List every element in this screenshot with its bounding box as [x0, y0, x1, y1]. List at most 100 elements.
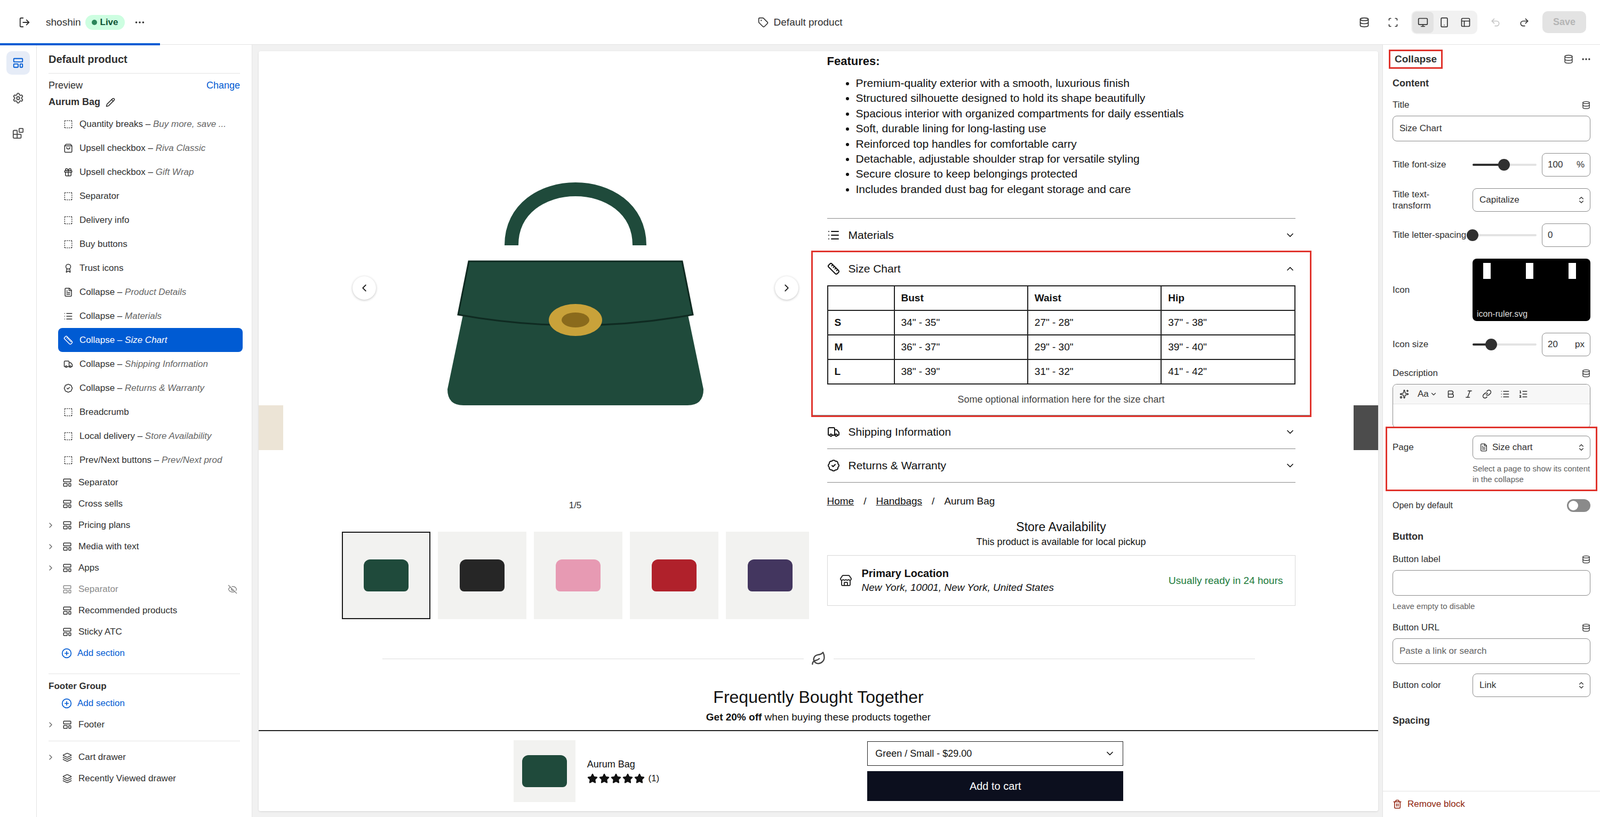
block-item[interactable]: Upsell checkbox – Riva Classic [58, 136, 243, 160]
expand-icon[interactable] [46, 720, 55, 730]
save-button[interactable]: Save [1542, 11, 1587, 34]
block-item[interactable]: Buy buttons [58, 232, 243, 256]
section-item[interactable]: Recommended products [40, 600, 243, 622]
section-item[interactable]: Footer [40, 714, 243, 736]
gallery-thumbnail[interactable] [533, 531, 623, 620]
viewport-button[interactable] [1433, 11, 1455, 34]
format-dropdown[interactable]: Aa [1417, 388, 1438, 400]
slider-thumb[interactable] [1466, 229, 1479, 242]
block-item[interactable]: Collapse – Shipping Information [58, 352, 243, 376]
section-item[interactable]: Separator [40, 472, 243, 494]
block-item[interactable]: Collapse – Product Details [58, 280, 243, 304]
viewport-button[interactable] [1412, 11, 1434, 34]
section-item[interactable]: Apps [40, 557, 243, 579]
icon-size-slider[interactable] [1472, 343, 1537, 346]
next-product-peek[interactable] [1353, 405, 1379, 451]
block-item[interactable]: Delivery info [58, 208, 243, 232]
icon-size-input[interactable]: 20px [1541, 332, 1591, 357]
rail-button[interactable] [6, 86, 30, 110]
collapse-header[interactable]: Materials [827, 218, 1296, 252]
block-item[interactable]: Separator [58, 184, 243, 208]
remove-block-button[interactable]: Remove block [1382, 790, 1600, 817]
source-button[interactable] [1353, 11, 1375, 34]
icon-picker[interactable]: icon-ruler.svg [1472, 258, 1591, 322]
prev-product-peek[interactable] [258, 405, 284, 451]
description-editor[interactable]: Aa [1392, 384, 1591, 429]
font-size-slider[interactable] [1472, 163, 1537, 166]
gallery-thumbnail[interactable] [341, 531, 431, 620]
rail-button[interactable] [6, 121, 30, 146]
gallery-prev[interactable] [352, 276, 376, 300]
title-input[interactable]: Size Chart [1392, 115, 1591, 142]
gallery-thumbnail[interactable] [437, 531, 527, 620]
bullet-list-icon[interactable] [1500, 389, 1510, 399]
text-transform-select[interactable]: Capitalize [1472, 188, 1591, 212]
letter-spacing-slider[interactable] [1472, 234, 1537, 237]
add-to-cart-button[interactable]: Add to cart [867, 771, 1124, 802]
viewport-button[interactable] [1454, 11, 1477, 34]
section-item[interactable]: Pricing plans [40, 514, 243, 536]
gallery-thumbnail[interactable] [725, 531, 810, 620]
collapse-header[interactable]: Size Chart [827, 252, 1296, 286]
inspector-title: Collapse [1390, 51, 1442, 68]
gallery-next[interactable] [774, 276, 799, 300]
database-icon[interactable] [1581, 369, 1591, 378]
button-label-input[interactable] [1392, 570, 1591, 596]
overlay-item[interactable]: Cart drawer [40, 746, 243, 768]
button-color-select[interactable]: Link [1472, 673, 1591, 698]
section-item[interactable]: Separator [40, 578, 243, 600]
link-icon[interactable] [1482, 389, 1492, 399]
inspector-button[interactable] [1382, 11, 1404, 34]
open-default-toggle[interactable] [1566, 499, 1591, 512]
template-selector[interactable]: Default product [757, 16, 843, 29]
font-size-input[interactable]: 100% [1541, 153, 1591, 177]
block-item[interactable]: Collapse – Returns & Warranty [58, 376, 243, 400]
bold-icon[interactable] [1445, 389, 1456, 399]
variant-select[interactable]: Green / Small - $29.00 [867, 741, 1124, 766]
button-url-input[interactable]: Paste a link or search [1392, 638, 1591, 664]
letter-spacing-input[interactable]: 0 [1541, 223, 1591, 247]
block-item[interactable]: Collapse – Materials [58, 304, 243, 328]
section-item[interactable]: Sticky ATC [40, 621, 243, 643]
block-item[interactable]: Trust icons [58, 256, 243, 280]
pencil-icon[interactable] [105, 97, 116, 108]
block-item[interactable]: Collapse – Size Chart [58, 328, 243, 352]
hidden-icon[interactable] [227, 584, 238, 595]
expand-icon[interactable] [46, 753, 55, 762]
database-icon[interactable] [1563, 54, 1574, 64]
block-item[interactable]: Local delivery – Store Availability [58, 424, 243, 448]
breadcrumb-link[interactable]: Home [827, 495, 855, 508]
block-item[interactable]: Upsell checkbox – Gift Wrap [58, 160, 243, 184]
database-icon[interactable] [1581, 555, 1591, 564]
slider-thumb[interactable] [1485, 338, 1498, 351]
more-button[interactable] [129, 11, 151, 34]
block-item[interactable]: Prev/Next buttons – Prev/Next prod [58, 448, 243, 472]
expand-icon[interactable] [46, 521, 55, 530]
rail-button[interactable] [6, 51, 30, 75]
expand-icon[interactable] [46, 563, 55, 573]
add-section[interactable]: Add section [61, 642, 252, 664]
exit-button[interactable] [13, 11, 36, 34]
expand-icon[interactable] [46, 542, 55, 551]
breadcrumb-link[interactable]: Handbags [875, 495, 923, 508]
overlay-item[interactable]: Recently Viewed drawer [40, 768, 243, 790]
section-item[interactable]: Media with text [40, 536, 243, 558]
slider-thumb[interactable] [1498, 158, 1510, 171]
ordered-list-icon[interactable] [1518, 389, 1528, 399]
collapse-header[interactable]: Shipping Information [827, 415, 1296, 449]
block-item[interactable]: Quantity breaks – Buy more, save ... [58, 112, 243, 136]
undo-button[interactable] [1484, 11, 1507, 34]
italic-icon[interactable] [1464, 389, 1474, 399]
add-section[interactable]: Add section [61, 692, 252, 715]
ai-icon[interactable] [1399, 389, 1410, 399]
database-icon[interactable] [1581, 623, 1591, 632]
redo-button[interactable] [1513, 11, 1535, 34]
ellipsis-icon[interactable] [1580, 53, 1592, 65]
database-icon[interactable] [1581, 100, 1591, 110]
change-link[interactable]: Change [206, 80, 240, 92]
page-select[interactable]: Size chart [1472, 435, 1591, 460]
block-item[interactable]: Breadcrumb [58, 400, 243, 424]
section-item[interactable]: Cross sells [40, 493, 243, 515]
collapse-header[interactable]: Returns & Warranty [827, 449, 1296, 483]
gallery-thumbnail[interactable] [629, 531, 719, 620]
